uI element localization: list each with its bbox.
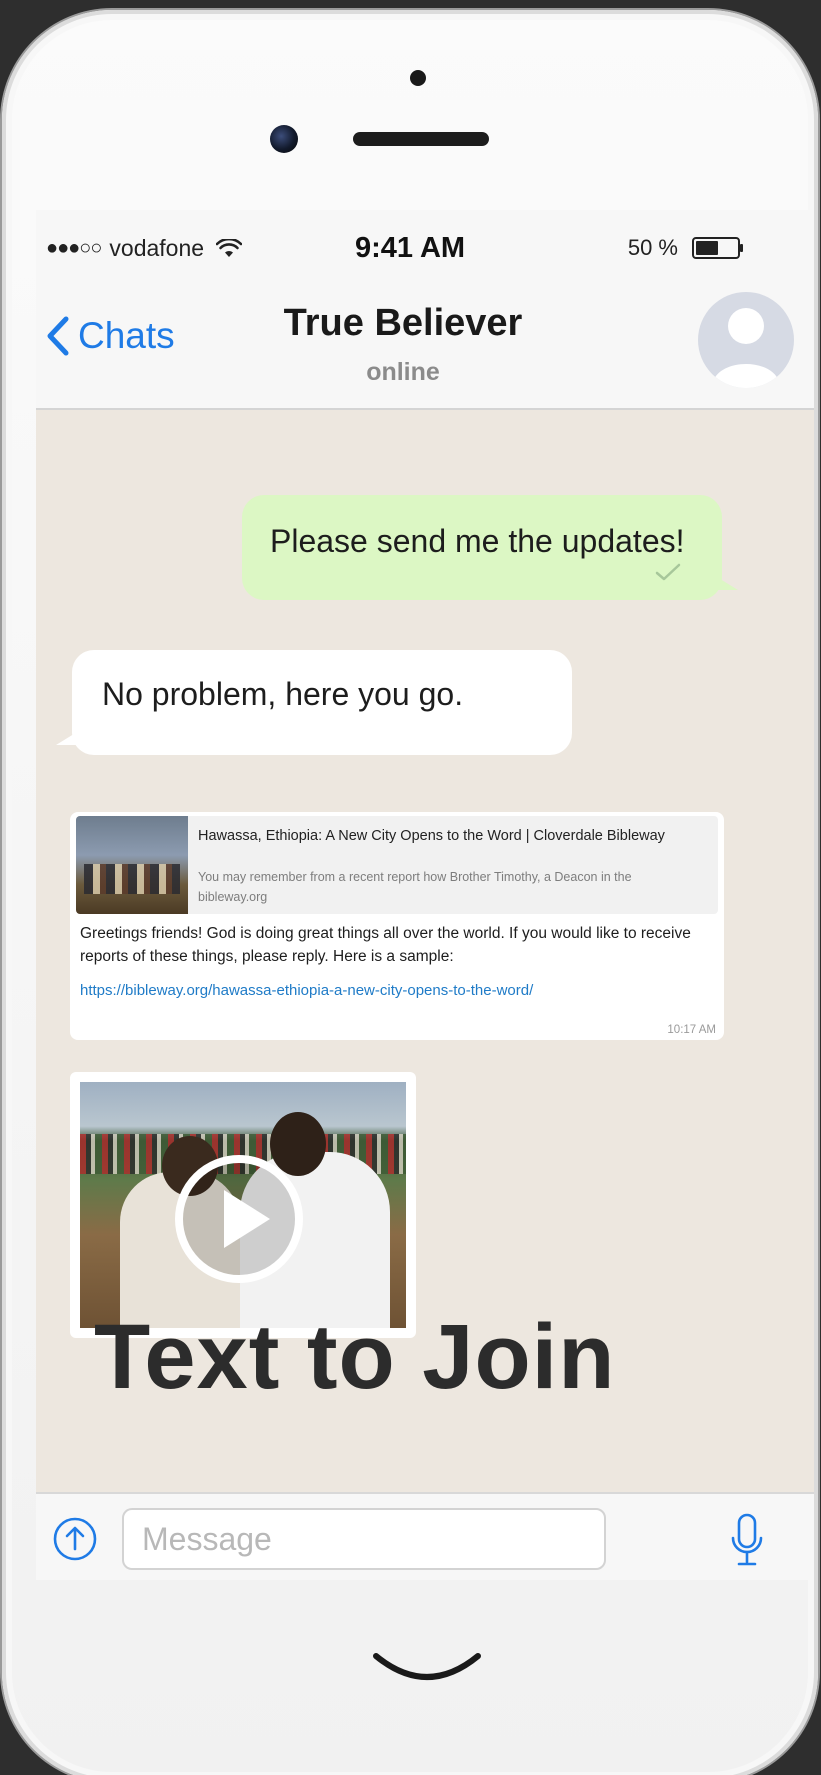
- home-indicator: [373, 1653, 481, 1680]
- earpiece-speaker: [353, 132, 489, 146]
- text-to-join-overlay: Text to Join: [94, 1306, 616, 1408]
- incoming-message-text: No problem, here you go.: [102, 676, 464, 712]
- link-preview-title: Hawassa, Ethiopia: A New City Opens to t…: [198, 828, 665, 844]
- battery-icon: [692, 237, 743, 259]
- contact-avatar[interactable]: [698, 292, 794, 388]
- outgoing-message-text: Please send me the updates!: [270, 523, 685, 559]
- status-bar: ●●●○○ vodafone 9:41 AM 50 %: [36, 210, 814, 280]
- message-hyperlink[interactable]: https://bibleway.org/hawassa-ethiopia-a-…: [80, 982, 533, 999]
- play-icon[interactable]: [172, 1152, 306, 1286]
- check-icon: [655, 563, 681, 581]
- message-input[interactable]: [122, 1508, 606, 1570]
- link-preview-thumbnail: [76, 816, 188, 914]
- proximity-sensor: [410, 70, 426, 86]
- contact-status: online: [366, 358, 440, 386]
- avatar-placeholder-icon: [712, 308, 780, 388]
- battery-status: 50 %: [628, 235, 744, 261]
- message-compose-bar: [36, 1492, 814, 1580]
- message-timestamp: 10:17 AM: [667, 1024, 716, 1036]
- incoming-message[interactable]: No problem, here you go.: [56, 650, 572, 755]
- link-preview[interactable]: Hawassa, Ethiopia: A New City Opens to t…: [76, 816, 718, 914]
- chat-header: Chats True Believer online: [36, 280, 814, 410]
- link-message-card[interactable]: Hawassa, Ethiopia: A New City Opens to t…: [70, 812, 724, 1040]
- phone-frame: ●●●○○ vodafone 9:41 AM 50 % Chats True B…: [2, 10, 818, 1775]
- link-preview-domain: bibleway.org: [198, 890, 268, 904]
- outgoing-message[interactable]: Please send me the updates!: [242, 495, 738, 600]
- upload-arrow-icon[interactable]: [52, 1516, 98, 1562]
- microphone-icon[interactable]: [728, 1512, 766, 1568]
- video-thumbnail[interactable]: [80, 1082, 406, 1328]
- thumbnail-crowd: [84, 864, 180, 894]
- link-message-body: Greetings friends! God is doing great th…: [80, 925, 691, 965]
- battery-percent: 50 %: [627, 235, 678, 260]
- front-camera: [270, 125, 298, 153]
- link-preview-description: You may remember from a recent report ho…: [198, 870, 632, 884]
- chat-screen: ●●●○○ vodafone 9:41 AM 50 % Chats True B…: [36, 210, 814, 1580]
- video-message[interactable]: [70, 1072, 416, 1338]
